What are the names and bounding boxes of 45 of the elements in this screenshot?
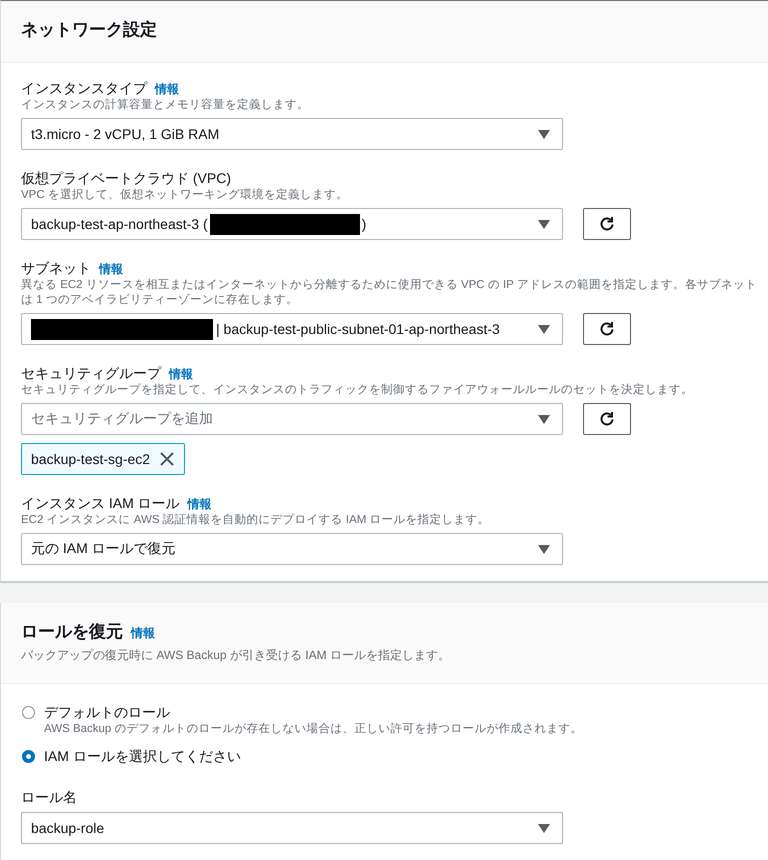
field-description: インスタンスの計算容量とメモリ容量を定義します。: [21, 98, 310, 113]
token-label: backup-test-sg-ec2: [31, 451, 150, 467]
remove-button[interactable]: [160, 452, 174, 466]
field-label: セキュリティグループ: [21, 364, 161, 383]
radio-button[interactable]: [22, 750, 35, 763]
info-link[interactable]: 情報: [188, 496, 212, 513]
field-label: ロール名: [21, 788, 77, 807]
info-link[interactable]: 情報: [99, 261, 123, 278]
caret-down-icon: [538, 324, 550, 334]
info-link[interactable]: 情報: [169, 366, 193, 383]
caret-down-icon: [538, 130, 550, 138]
option-label: デフォルトのロール: [44, 703, 171, 722]
info-link[interactable]: 情報: [155, 81, 179, 98]
field-description: VPC を選択して、仮想ネットワーキング環境を定義します。: [21, 188, 349, 203]
option-label: IAM ロールを選択してください: [44, 747, 241, 766]
refresh-button[interactable]: [583, 313, 631, 345]
field-label: インスタンスタイプ: [21, 79, 147, 98]
refresh-button[interactable]: [583, 208, 631, 240]
caret-down-icon: [538, 544, 550, 554]
select-field[interactable]: 元の IAM ロールで復元: [21, 533, 563, 565]
field-description: 異なる EC2 リソースを相互またはインターネットから分離するために使用できる VPC の IP アドレスの範囲を指定します。各サブネットは 1 つのアベイラビリティーゾーンに存在します。: [21, 278, 758, 308]
caret-down-icon: [538, 220, 550, 228]
select-field[interactable]: t3.micro - 2 vCPU, 1 GiB RAM: [21, 118, 563, 150]
close-icon: [160, 452, 174, 466]
field-description: セキュリティグループを指定して、インスタンスのトラフィックを制御するファイアウォールルールのセットを決定します。: [21, 383, 694, 398]
section-description: バックアップの復元時に AWS Backup が引き受ける IAM ロールを指定します。: [21, 647, 451, 663]
refresh-icon: [599, 321, 615, 337]
caret-down-icon: [538, 414, 550, 424]
field-label: インスタンス IAM ロール: [21, 494, 180, 513]
field-description: EC2 インスタンスに AWS 認証情報を自動的にデプロイする IAM ロールを指定します。: [21, 513, 491, 528]
refresh-icon: [599, 216, 615, 232]
select-field[interactable]: backup-role: [21, 812, 563, 844]
refresh-icon: [599, 411, 615, 427]
caret-down-icon: [538, 824, 550, 832]
radio-button[interactable]: [22, 706, 35, 719]
section-title: ロールを復元: [21, 621, 123, 643]
info-link[interactable]: 情報: [131, 625, 155, 642]
refresh-button[interactable]: [583, 403, 631, 435]
section-title: ネットワーク設定: [21, 19, 157, 41]
select-field[interactable]: セキュリティグループを追加: [21, 403, 563, 435]
select-field[interactable]: | backup-test-public-subnet-01-ap-northeast-3: [21, 313, 563, 345]
option-description: AWS Backup のデフォルトのロールが存在しない場合は、正しい許可を持つロールが作成されます。: [44, 722, 583, 737]
field-label: 仮想プライベートクラウド (VPC): [21, 169, 231, 188]
field-label: サブネット: [21, 259, 91, 278]
select-field[interactable]: backup-test-ap-northeast-3 ( ): [21, 208, 563, 240]
